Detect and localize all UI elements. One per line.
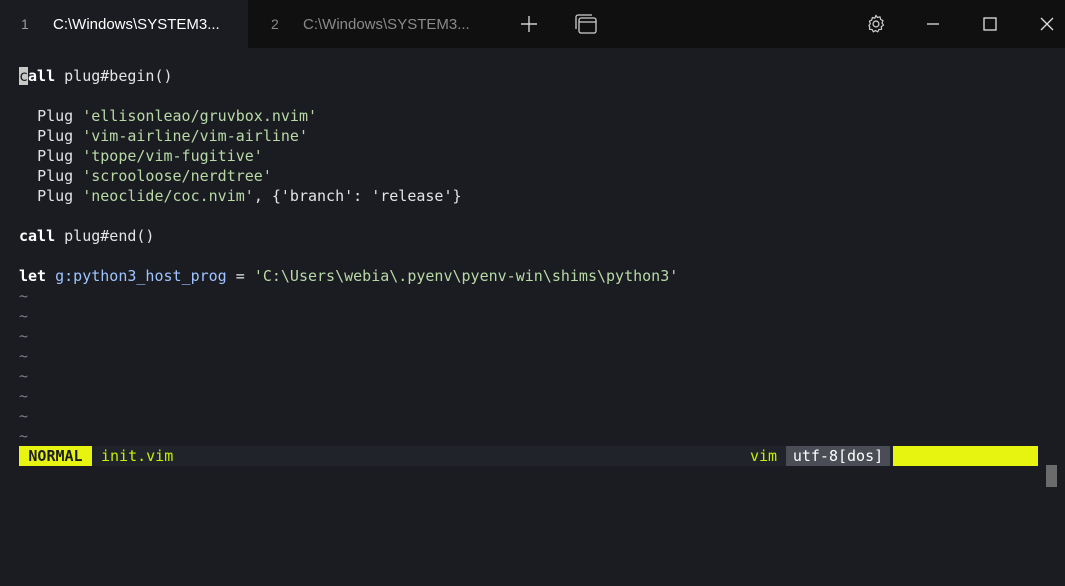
code-line-plug: Plug 'tpope/vim-fugitive' — [37, 147, 263, 165]
text-cursor: c — [19, 67, 29, 85]
column-position: %:1 — [1012, 527, 1040, 545]
empty-line-tilde: ~ — [19, 407, 29, 425]
filetype: vim — [750, 447, 778, 465]
maximize-icon[interactable] — [975, 10, 1005, 38]
tab-number: 2 — [271, 16, 279, 32]
tab-1[interactable]: 1 C:\Windows\SYSTEM3... — [0, 0, 248, 48]
empty-line-tilde: ~ — [19, 387, 29, 405]
terminal-pane[interactable]: call plug#begin() Plug 'ellisonleao/gruv… — [0, 48, 1065, 545]
code-line-plug: Plug 'ellisonleao/gruvbox.nvim' — [37, 107, 318, 125]
tab-title: C:\Windows\SYSTEM3... — [303, 15, 470, 33]
empty-line-tilde: ~ — [19, 367, 29, 385]
minimize-icon[interactable] — [918, 10, 948, 38]
scrollbar-thumb[interactable] — [1046, 465, 1057, 487]
tab-title: C:\Windows\SYSTEM3... — [53, 15, 220, 33]
scroll-percent: 9% — [903, 467, 922, 485]
position-block: 9% ln :1/11 ☰ %:1 — [893, 446, 1039, 545]
tab-2[interactable]: 2 C:\Windows\SYSTEM3... — [250, 0, 500, 48]
code-line-call-end: call plug#end() — [19, 227, 155, 245]
empty-line-tilde: ~ — [19, 427, 29, 445]
line-position: ln :1/11 — [931, 487, 1004, 505]
plug-options: , {'branch': 'release'} — [253, 187, 462, 205]
gear-icon[interactable] — [861, 10, 891, 38]
close-icon[interactable] — [1032, 10, 1062, 38]
mode-indicator: NORMAL — [19, 446, 92, 466]
code-line-let: let g:python3_host_prog = 'C:\Users\webi… — [19, 267, 679, 285]
title-bar: 1 C:\Windows\SYSTEM3... 2 C:\Windows\SYS… — [0, 0, 1065, 48]
tab-dropdown-icon[interactable] — [571, 10, 601, 38]
empty-line-tilde: ~ — [19, 327, 29, 345]
new-tab-icon[interactable] — [514, 10, 544, 38]
code-line-plug: Plug 'scrooloose/nerdtree' — [37, 167, 272, 185]
tab-number: 1 — [21, 16, 29, 32]
code-line-plug: Plug 'neoclide/coc.nvim', {'branch': 're… — [37, 187, 462, 205]
code-line-call-begin: call plug#begin() — [19, 67, 173, 85]
vim-statusline: NORMAL init.vim vim utf-8[dos] 9% ln :1/… — [19, 446, 1039, 545]
empty-line-tilde: ~ — [19, 347, 29, 365]
code-line-plug: Plug 'vim-airline/vim-airline' — [37, 127, 308, 145]
column-icon: ☰ — [1001, 507, 1015, 525]
empty-line-tilde: ~ — [19, 287, 29, 305]
empty-line-tilde: ~ — [19, 307, 29, 325]
filename: init.vim — [101, 447, 174, 465]
encoding: utf-8[dos] — [786, 446, 890, 466]
